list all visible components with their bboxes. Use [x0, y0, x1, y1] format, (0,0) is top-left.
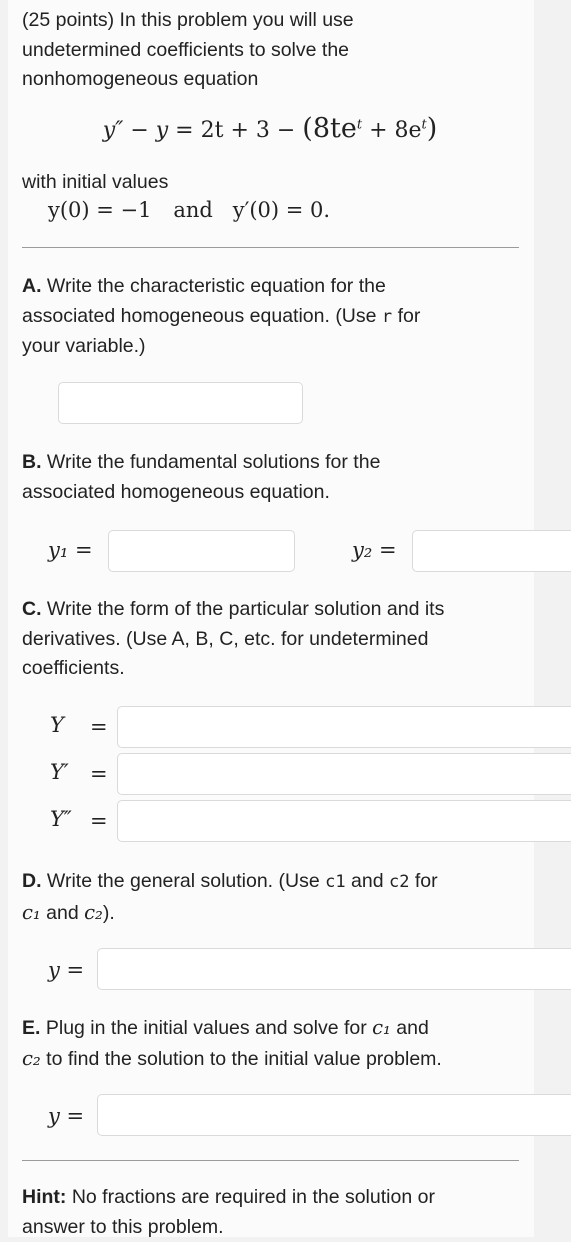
part-b-label: B. [22, 451, 42, 473]
Y-prime-input[interactable] [117, 753, 571, 795]
y2-input[interactable] [412, 530, 571, 572]
part-e-line-2: to find the solution to the initial valu… [40, 1047, 442, 1070]
part-a-line-2b: for [392, 304, 421, 327]
y2-label: y₂ = [352, 538, 397, 562]
part-e-c1: c₁ [372, 1016, 391, 1039]
part-d-and: and [345, 870, 389, 892]
equation-rhs-b: (8te [302, 113, 357, 144]
y1-input[interactable] [108, 530, 295, 572]
part-d-c1: c₁ [22, 900, 41, 924]
part-a-variable: r [381, 306, 393, 327]
hint-line-2: answer to this problem. [22, 1215, 224, 1238]
Y-double-prime-equals: = [90, 809, 108, 833]
Y-double-prime-label: Y″ [50, 807, 72, 831]
part-d-c1-code: c1 [325, 872, 346, 892]
part-d-text: D. Write the general solution. (Use c1 a… [22, 867, 522, 928]
part-a-line-1: Write the characteristic equation for th… [41, 275, 386, 297]
part-d-end: ). [102, 901, 115, 924]
initial-and: and [173, 198, 213, 222]
part-b-line-2: associated homogeneous equation. [22, 480, 330, 503]
y1-label: y₁ = [48, 538, 93, 562]
equation-rhs-a: = 2t + 3 − [168, 118, 303, 143]
part-e-line-1a: Plug in the initial values and solve for [40, 1017, 373, 1039]
part-a-label: A. [22, 275, 42, 297]
hint-label: Hint: [22, 1186, 67, 1208]
part-d-c2: c₂ [84, 900, 103, 924]
initial-values-intro: with initial values [22, 171, 169, 193]
part-c-line-3: coefficients. [22, 657, 125, 679]
initial-condition-2: y′(0) = 0. [232, 198, 331, 222]
part-d-c2-code: c2 [388, 872, 410, 892]
Y-equals: = [90, 715, 108, 739]
Y-prime-label: Y′ [50, 760, 69, 784]
equation-lhs: y″ − y [102, 118, 169, 143]
part-a-line-3: your variable.) [22, 335, 146, 357]
part-e-text: E. Plug in the initial values and solve … [22, 1013, 522, 1074]
hint-line-1: No fractions are required in the solutio… [66, 1186, 435, 1208]
part-c-line-2: derivatives. (Use A, B, C, etc. for unde… [22, 627, 429, 650]
part-c-label: C. [22, 598, 42, 620]
part-e-c2: c₂ [22, 1046, 41, 1070]
part-b-text: B. Write the fundamental solutions for t… [22, 448, 522, 507]
part-d-line-1a: Write the general solution. (Use [41, 870, 326, 892]
divider-bottom [22, 1160, 519, 1161]
characteristic-equation-input[interactable] [58, 382, 303, 424]
intro-line-1: (25 points) In this problem you will use [22, 9, 354, 31]
intro-line-3: nonhomogeneous equation [22, 68, 259, 90]
ivp-solution-input[interactable] [97, 1094, 571, 1136]
part-e-label: E. [22, 1017, 41, 1039]
part-c-text: C. Write the form of the particular solu… [22, 595, 522, 684]
Y-label: Y [50, 713, 64, 737]
equation-rhs-d: ) [426, 113, 438, 144]
part-d-and-2: and [40, 901, 85, 924]
differential-equation: y″ − y = 2t + 3 − (8tet + 8et) [0, 113, 540, 144]
part-c-line-1: Write the form of the particular solutio… [41, 598, 445, 620]
initial-conditions: y(0) = −1 and y′(0) = 0. [48, 198, 330, 223]
Y-input[interactable] [117, 706, 571, 748]
divider-top [22, 247, 519, 248]
ivp-solution-label: y = [48, 1104, 85, 1128]
general-solution-input[interactable] [97, 948, 571, 990]
hint-text: Hint: No fractions are required in the s… [22, 1183, 522, 1242]
initial-condition-1: y(0) = −1 [48, 198, 152, 222]
part-b-line-1: Write the fundamental solutions for the [41, 451, 381, 473]
general-solution-label: y = [48, 958, 85, 982]
problem-intro: (25 points) In this problem you will use… [22, 6, 522, 95]
part-d-for: for [409, 870, 438, 892]
equation-rhs-c: + 8e [362, 118, 422, 143]
part-a-text: A. Write the characteristic equation for… [22, 272, 522, 362]
part-e-line-1b: and [390, 1017, 429, 1039]
part-a-line-2a: associated homogeneous equation. (Use [22, 304, 382, 327]
part-d-label: D. [22, 870, 42, 892]
intro-line-2: undetermined coefficients to solve the [22, 38, 350, 61]
Y-prime-equals: = [90, 762, 108, 786]
Y-double-prime-input[interactable] [117, 800, 571, 842]
